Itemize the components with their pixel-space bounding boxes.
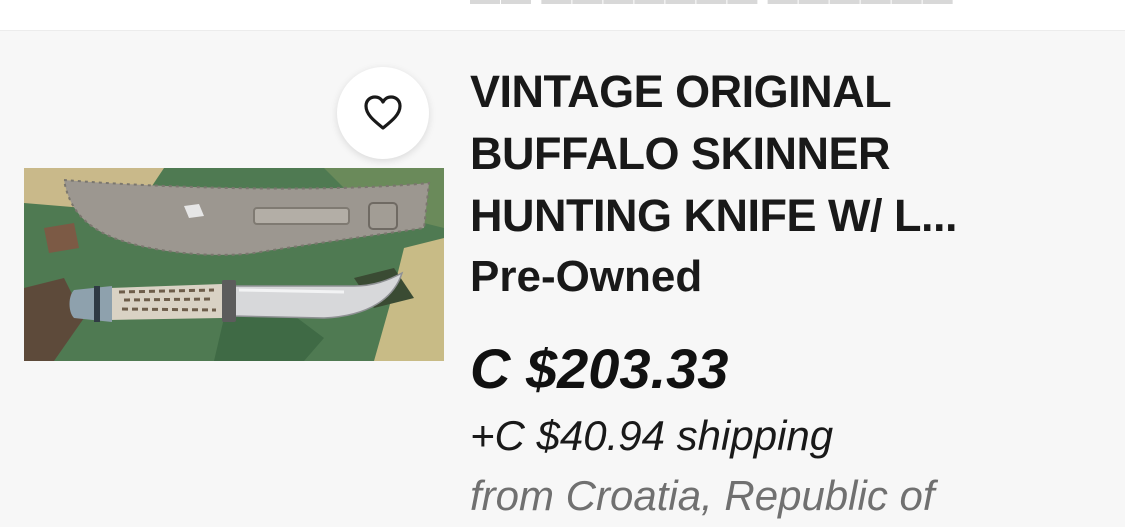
item-location: from Croatia, Republic of (470, 472, 935, 519)
previous-listing-cutoff: ▬▬ ▬▬▬▬▬▬▬ ▬▬▬▬▬▬ (0, 0, 1125, 30)
listing-title[interactable]: VINTAGE ORIGINAL BUFFALO SKINNER HUNTING… (470, 61, 1110, 247)
heart-icon (364, 95, 402, 130)
listing-title-line[interactable]: BUFFALO SKINNER (470, 123, 1110, 185)
listing-title-line[interactable]: HUNTING KNIFE W/ L... (470, 185, 1110, 247)
previous-listing-text-fragment: ▬▬ ▬▬▬▬▬▬▬ ▬▬▬▬▬▬ (470, 0, 954, 12)
search-results-page: ▬▬ ▬▬▬▬▬▬▬ ▬▬▬▬▬▬ (0, 0, 1125, 527)
shipping-cost: +C $40.94 shipping (470, 412, 834, 459)
knife-photo (24, 168, 444, 361)
item-condition: Pre-Owned (470, 252, 703, 301)
listing-image[interactable] (24, 168, 444, 361)
item-price: C $203.33 (470, 337, 729, 400)
listing-info: VINTAGE ORIGINAL BUFFALO SKINNER HUNTING… (470, 61, 1110, 525)
listing-card[interactable]: VINTAGE ORIGINAL BUFFALO SKINNER HUNTING… (0, 30, 1125, 527)
listing-title-line[interactable]: VINTAGE ORIGINAL (470, 61, 1110, 123)
watch-button[interactable] (337, 67, 429, 159)
